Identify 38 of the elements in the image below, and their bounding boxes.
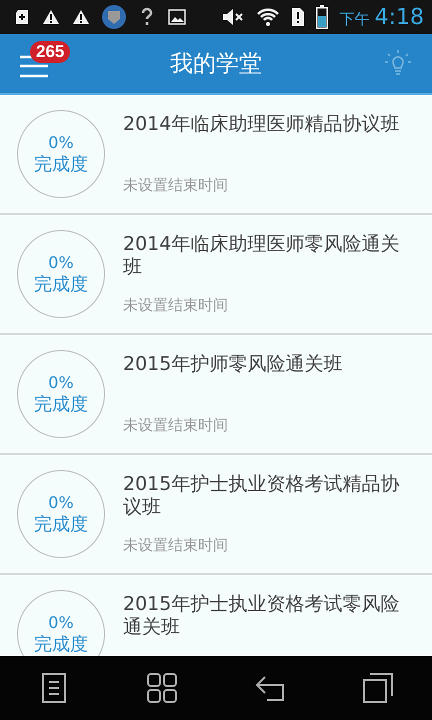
progress-label: 完成度: [34, 632, 88, 656]
page-title: 我的学堂: [170, 50, 262, 79]
end-time-text: 未设置结束时间: [123, 176, 229, 195]
progress-percent: 0%: [48, 612, 74, 632]
progress-label: 完成度: [34, 152, 88, 176]
muted-speaker-icon: [222, 8, 244, 26]
grid-icon[interactable]: [144, 670, 180, 706]
recent-apps-icon[interactable]: [360, 670, 396, 706]
app-emblem-icon: [102, 5, 126, 29]
course-title: 2014年临床助理医师精品协议班: [123, 113, 400, 136]
progress-label: 完成度: [34, 512, 88, 536]
end-time-text: 未设置结束时间: [123, 536, 229, 555]
warning-icon: [72, 9, 90, 25]
sim-alert-icon: [292, 8, 304, 26]
progress-percent: 0%: [48, 492, 74, 512]
notification-count: 265: [30, 41, 70, 63]
warning-icon: [42, 9, 60, 25]
progress-percent: 0%: [48, 252, 74, 272]
end-time-text: 未设置结束时间: [123, 416, 229, 435]
course-title: 2015年护士执业资格考试零风险通关班: [123, 593, 400, 639]
progress-percent: 0%: [48, 132, 74, 152]
menu-button[interactable]: 265: [20, 41, 76, 79]
course-title: 2014年临床助理医师零风险通关班: [123, 233, 400, 279]
image-icon: [168, 9, 186, 25]
course-title: 2015年护师零风险通关班: [123, 353, 342, 376]
course-row[interactable]: 0% 完成度 2015年护士执业资格考试精品协议班 未设置结束时间: [0, 455, 432, 575]
course-row[interactable]: 0% 完成度 2014年临床助理医师精品协议班 未设置结束时间: [0, 95, 432, 215]
course-row[interactable]: 0% 完成度 2014年临床助理医师零风险通关班 未设置结束时间: [0, 215, 432, 335]
end-time-text: 未设置结束时间: [123, 296, 229, 315]
course-title: 2015年护士执业资格考试精品协议班: [123, 473, 400, 519]
sd-card-icon: [14, 9, 30, 25]
course-row[interactable]: 0% 完成度 2015年护师零风险通关班 未设置结束时间: [0, 335, 432, 455]
progress-percent: 0%: [48, 372, 74, 392]
clock-time: 下午 4:18: [340, 4, 424, 30]
wifi-icon: [256, 7, 280, 27]
battery-icon: [316, 5, 328, 29]
progress-label: 完成度: [34, 392, 88, 416]
progress-label: 完成度: [34, 272, 88, 296]
